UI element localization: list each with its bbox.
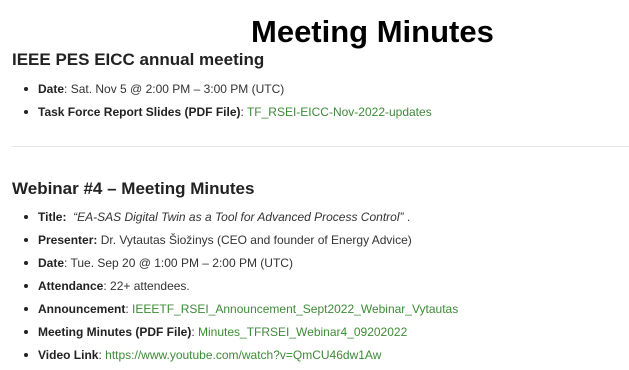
date-value: Sat. Nov 5 @ 2:00 PM – 3:00 PM (UTC)	[70, 82, 285, 96]
title-end: .	[403, 210, 411, 224]
bullet-icon	[24, 330, 28, 334]
list-item-video: Video Link: https://www.youtube.com/watc…	[22, 347, 458, 363]
announcement-separator: :	[125, 302, 133, 316]
attendance-label: Attendance	[38, 279, 104, 293]
annual-meeting-list: Date: Sat. Nov 5 @ 2:00 PM – 3:00 PM (UT…	[22, 81, 432, 127]
page-title: Meeting Minutes	[251, 14, 494, 49]
date-label: Date	[38, 256, 65, 270]
bullet-icon	[24, 87, 28, 91]
bullet-icon	[24, 110, 28, 114]
bullet-icon	[24, 238, 28, 242]
bullet-icon	[24, 353, 28, 357]
date-value: Tue. Sep 20 @ 1:00 PM – 2:00 PM (UTC)	[70, 256, 293, 270]
minutes-link[interactable]: Minutes_TFRSEI_Webinar4_09202022	[198, 325, 407, 339]
section-divider	[12, 146, 629, 147]
announcement-label: Announcement	[38, 302, 126, 316]
date-separator: :	[64, 82, 71, 96]
webinar-list: Title: “EA-SAS Digital Twin as a Tool fo…	[22, 209, 458, 370]
video-label: Video Link	[38, 348, 99, 362]
section-heading-webinar: Webinar #4 – Meeting Minutes	[12, 179, 255, 198]
bullet-icon	[24, 215, 28, 219]
list-item-minutes: Meeting Minutes (PDF File): Minutes_TFRS…	[22, 324, 458, 340]
list-item-attendance: Attendance: 22+ attendees.	[22, 278, 458, 294]
attendance-value: 22+ attendees.	[110, 279, 190, 293]
date-label: Date	[38, 82, 65, 96]
announcement-link[interactable]: IEEETF_RSEI_Announcement_Sept2022_Webina…	[132, 302, 458, 316]
list-item-date: Date: Sat. Nov 5 @ 2:00 PM – 3:00 PM (UT…	[22, 81, 432, 97]
bullet-icon	[24, 261, 28, 265]
list-item-slides: Task Force Report Slides (PDF File): TF_…	[22, 104, 432, 120]
list-item-presenter: Presenter: Dr. Vytautas Šiožinys (CEO an…	[22, 232, 458, 248]
minutes-label: Meeting Minutes (PDF File)	[38, 325, 192, 339]
slides-label: Task Force Report Slides (PDF File)	[38, 105, 241, 119]
list-item-title: Title: “EA-SAS Digital Twin as a Tool fo…	[22, 209, 458, 225]
bullet-icon	[24, 307, 28, 311]
title-label: Title:	[38, 210, 67, 224]
bullet-icon	[24, 284, 28, 288]
presenter-value: Dr. Vytautas Šiožinys (CEO and founder o…	[97, 233, 412, 247]
attendance-separator: :	[103, 279, 111, 293]
video-link[interactable]: https://www.youtube.com/watch?v=QmCU46dw…	[105, 348, 381, 362]
list-item-date: Date: Tue. Sep 20 @ 1:00 PM – 2:00 PM (U…	[22, 255, 458, 271]
title-value: “EA-SAS Digital Twin as a Tool for Advan…	[73, 210, 404, 224]
list-item-announcement: Announcement: IEEETF_RSEI_Announcement_S…	[22, 301, 458, 317]
slides-link[interactable]: TF_RSEI-EICC-Nov-2022-updates	[247, 105, 432, 119]
presenter-label: Presenter:	[38, 233, 98, 247]
section-heading-annual-meeting: IEEE PES EICC annual meeting	[12, 50, 265, 69]
minutes-separator: :	[191, 325, 199, 339]
